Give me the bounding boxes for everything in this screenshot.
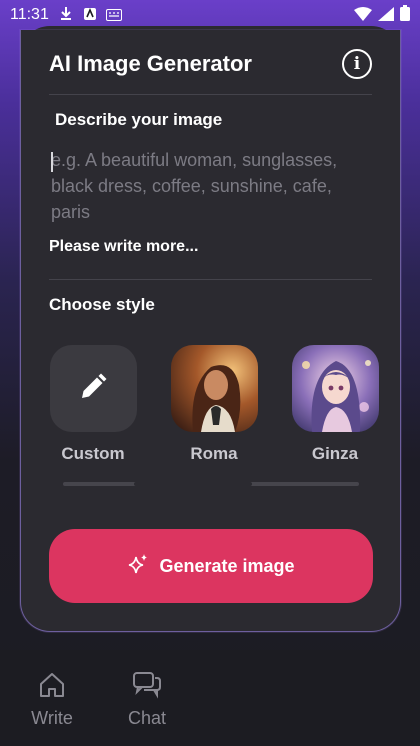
bottom-nav: Write Chat (0, 650, 420, 746)
battery-icon (400, 5, 410, 25)
keyboard-icon (105, 6, 122, 25)
generator-card: AI Image Generator i Describe your image… (20, 30, 401, 632)
style-scroll-thumb[interactable] (134, 482, 252, 486)
signal-icon (378, 6, 394, 25)
prompt-input[interactable] (51, 147, 371, 225)
info-icon: i (353, 54, 361, 74)
wifi-icon (354, 6, 372, 25)
download-icon (58, 5, 74, 25)
nav-label-write: Write (31, 708, 73, 728)
style-label-ginza: Ginza (311, 444, 359, 463)
style-label-roma: Roma (190, 444, 238, 463)
generate-image-button[interactable]: Generate image (49, 529, 373, 603)
style-section-label: Choose style (49, 295, 155, 314)
app-notification-icon (83, 6, 97, 25)
sparkle-icon (127, 553, 149, 579)
custom-style-thumbnail (49, 345, 137, 432)
ginza-thumbnail (291, 345, 379, 432)
roma-thumbnail (170, 345, 258, 432)
nav-item-chat[interactable]: Chat (107, 670, 187, 729)
info-button[interactable]: i (342, 49, 372, 79)
pencil-icon (78, 372, 108, 406)
chat-icon (132, 670, 162, 704)
home-icon (37, 670, 67, 704)
style-list: Custom Roma Ginza (49, 345, 379, 470)
style-option-custom[interactable]: Custom (49, 345, 137, 470)
nav-item-write[interactable]: Write (12, 670, 92, 729)
style-option-ginza[interactable]: Ginza (291, 345, 379, 470)
style-option-roma[interactable]: Roma (170, 345, 258, 470)
style-label-custom: Custom (61, 444, 125, 463)
text-caret (51, 152, 53, 172)
page-title: AI Image Generator (49, 51, 252, 76)
prompt-section-label: Describe your image (55, 110, 223, 129)
generate-button-label: Generate image (159, 555, 295, 576)
status-bar: 11:31 (0, 0, 420, 30)
prompt-hint: Please write more... (49, 238, 199, 255)
status-time: 11:31 (10, 6, 49, 23)
style-scroll-track[interactable] (63, 482, 359, 486)
header-divider (49, 94, 372, 95)
nav-label-chat: Chat (127, 708, 167, 728)
card-header: AI Image Generator i (49, 48, 372, 80)
prompt-divider (49, 279, 372, 280)
